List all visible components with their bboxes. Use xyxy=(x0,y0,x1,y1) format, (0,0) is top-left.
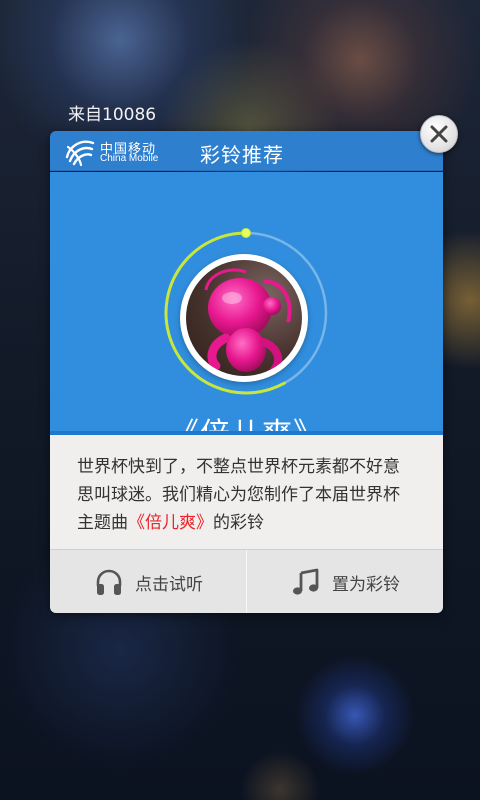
china-mobile-logo: 中国移动 China Mobile xyxy=(64,137,182,167)
listen-button[interactable]: 点击试听 xyxy=(50,550,246,613)
listen-button-label: 点击试听 xyxy=(135,574,203,595)
music-note-icon xyxy=(293,568,319,595)
card-title: 彩铃推荐 xyxy=(200,143,284,167)
description-text: 世界杯快到了，不整点世界杯元素都不好意思叫球迷。我们精心为您制作了本届世界杯主题… xyxy=(50,435,443,549)
close-button[interactable] xyxy=(420,115,458,153)
ringtone-recommendation-card: 中国移动 China Mobile 彩铃推荐 世界杯快到了，不整点世界杯元素都不… xyxy=(50,131,443,613)
china-mobile-logo-icon xyxy=(65,140,95,167)
action-bar: 点击试听 置为彩铃 xyxy=(50,549,443,613)
set-ringtone-button[interactable]: 置为彩铃 xyxy=(247,550,443,613)
close-icon xyxy=(430,125,448,143)
card-header: 中国移动 China Mobile 彩铃推荐 xyxy=(50,131,443,171)
progress-knob xyxy=(241,228,251,238)
hero-section: 《倍儿爽》 xyxy=(50,172,443,452)
description-part-end: 的彩铃 xyxy=(213,513,264,533)
album-art[interactable] xyxy=(180,254,308,382)
notification-source: 来自10086 xyxy=(68,105,157,125)
set-ringtone-label: 置为彩铃 xyxy=(332,574,400,595)
pink-character-illustration xyxy=(204,268,292,374)
logo-text-en: China Mobile xyxy=(100,153,159,164)
headphones-icon xyxy=(96,569,122,595)
album-art-image xyxy=(186,260,302,376)
description-song-link: 《倍儿爽》 xyxy=(128,513,213,533)
